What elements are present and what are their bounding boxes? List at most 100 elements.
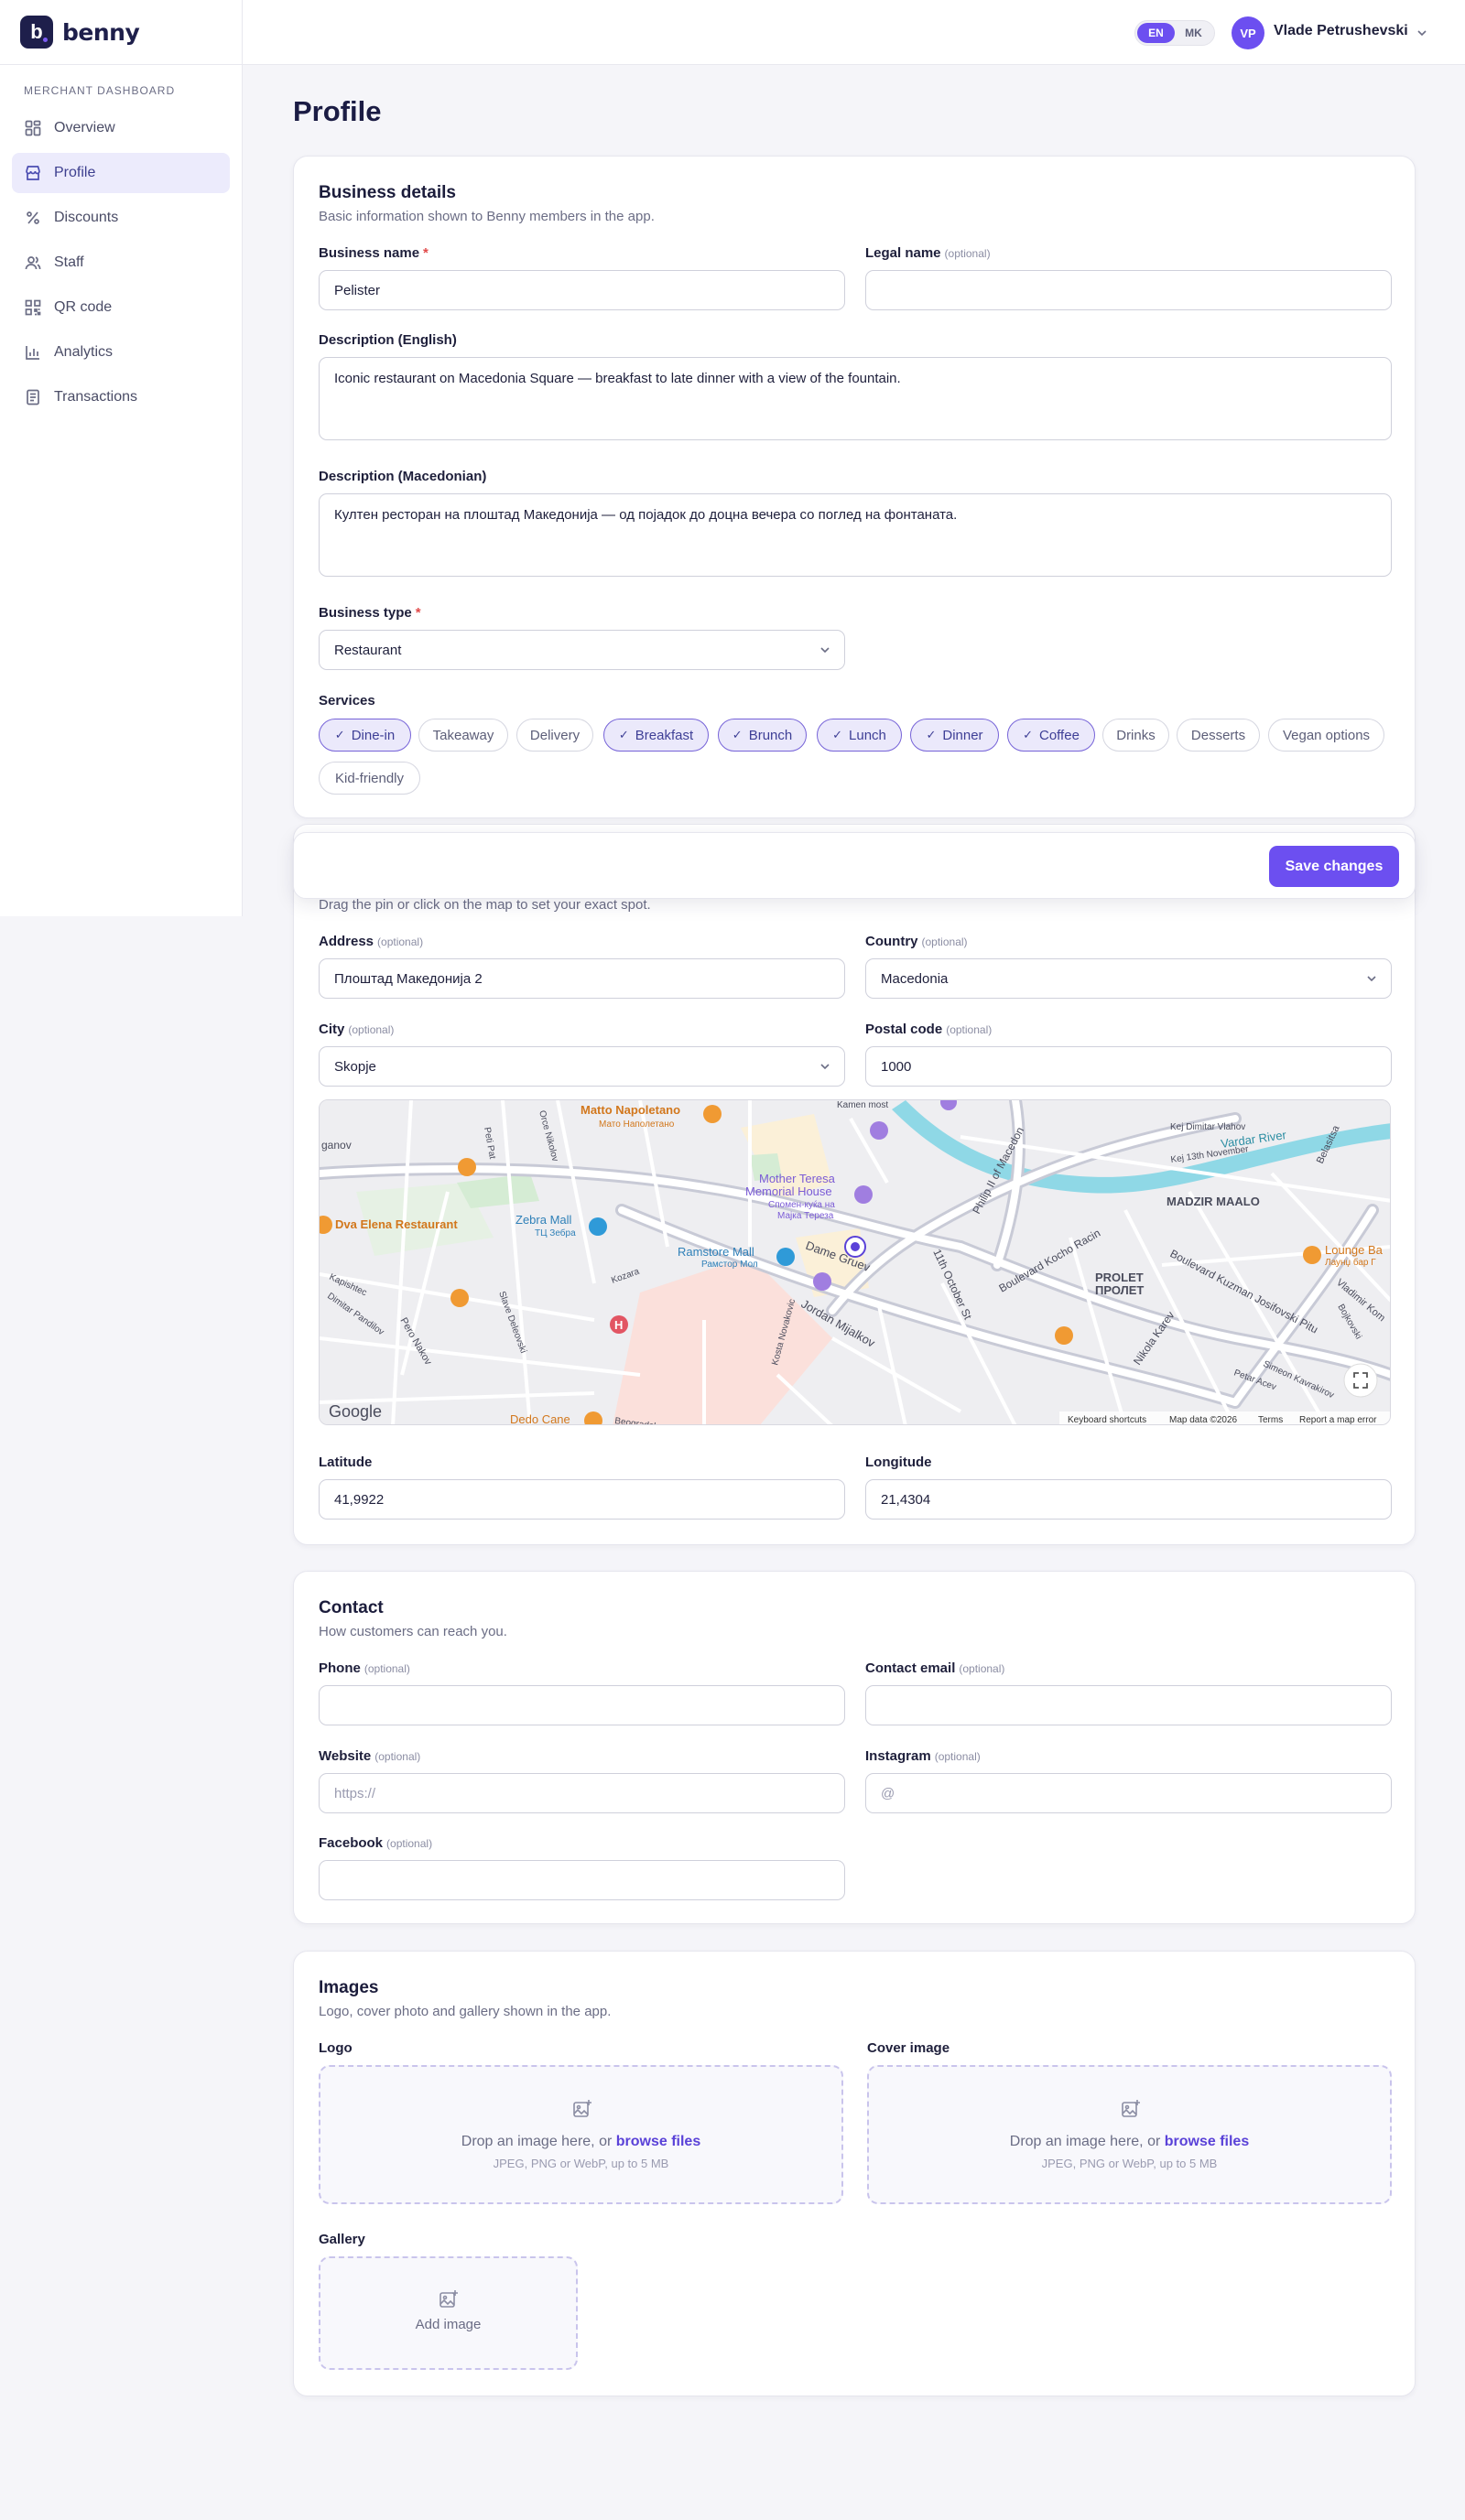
- sidebar-item-discounts[interactable]: Discounts: [12, 198, 230, 238]
- service-chip-delivery[interactable]: Delivery: [516, 719, 593, 752]
- section-subtitle: Logo, cover photo and gallery shown in t…: [319, 2004, 612, 2019]
- sidebar-item-staff[interactable]: Staff: [12, 243, 230, 283]
- location-hint: Drag the pin or click on the map to set …: [319, 897, 651, 913]
- map-label: Dedo Cane: [510, 1412, 570, 1425]
- gallery-add-image[interactable]: Add image: [319, 2256, 578, 2370]
- business-name-input[interactable]: Pelister: [319, 270, 845, 310]
- business-type-select[interactable]: Restaurant: [319, 630, 845, 670]
- postal-code-input[interactable]: 1000: [865, 1046, 1392, 1087]
- avatar[interactable]: VP: [1232, 16, 1264, 49]
- check-icon: ✓: [618, 728, 629, 741]
- sidebar-item-label: Transactions: [54, 389, 137, 405]
- sidebar-item-qr-code[interactable]: QR code: [12, 287, 230, 328]
- phone-input[interactable]: [319, 1685, 845, 1725]
- description-mk-label: Description (Macedonian): [319, 469, 487, 484]
- image-add-icon: [573, 2100, 591, 2117]
- google-logo: Google: [329, 1402, 382, 1421]
- chevron-down-icon[interactable]: [1416, 27, 1428, 38]
- address-input[interactable]: Плоштад Македонија 2: [319, 958, 845, 999]
- service-chip-breakfast[interactable]: ✓ Breakfast: [603, 719, 709, 752]
- logo-dropzone[interactable]: Drop an image here, or browse files JPEG…: [319, 2065, 843, 2204]
- latitude-label: Latitude: [319, 1455, 373, 1470]
- check-icon: ✓: [334, 728, 345, 741]
- legal-name-input[interactable]: [865, 270, 1392, 310]
- lang-en-option[interactable]: EN: [1137, 23, 1175, 43]
- sidebar-section-title: MERCHANT DASHBOARD: [24, 84, 176, 97]
- website-input[interactable]: https://: [319, 1773, 845, 1813]
- cover-image-dropzone[interactable]: Drop an image here, or browse files JPEG…: [867, 2065, 1392, 2204]
- service-chip-takeaway[interactable]: Takeaway: [418, 719, 508, 752]
- qr-code-icon: [25, 299, 41, 316]
- logo-label: Logo: [319, 2040, 353, 2056]
- facebook-input[interactable]: [319, 1860, 845, 1900]
- image-add-icon: [440, 2290, 458, 2308]
- contact-email-input[interactable]: [865, 1685, 1392, 1725]
- chevron-down-icon: [820, 647, 830, 654]
- sidebar-item-label: Analytics: [54, 344, 114, 360]
- browse-files-link[interactable]: browse files: [1165, 2134, 1249, 2149]
- sidebar-item-label: Discounts: [54, 210, 119, 225]
- description-mk-textarea[interactable]: Култен ресторан на плоштад Македонија — …: [319, 493, 1392, 577]
- chevron-down-icon: [1367, 976, 1376, 982]
- images-card: Images Logo, cover photo and gallery sho…: [293, 1951, 1416, 2396]
- service-chip-drinks[interactable]: Drinks: [1102, 719, 1169, 752]
- lang-mk-option[interactable]: MK: [1175, 23, 1212, 43]
- service-chip-lunch[interactable]: ✓ Lunch: [817, 719, 902, 752]
- sidebar-item-profile[interactable]: Profile: [12, 153, 230, 193]
- section-subtitle: Basic information shown to Benny members…: [319, 209, 655, 224]
- city-select[interactable]: Skopje: [319, 1046, 845, 1087]
- store-icon: [26, 166, 40, 180]
- map-footer-text: Map data ©2026: [1169, 1415, 1238, 1425]
- map-label: MADZIR MAALO: [1167, 1195, 1260, 1208]
- service-chip-desserts[interactable]: Desserts: [1177, 719, 1260, 752]
- business-type-label: Business type *: [319, 605, 421, 621]
- legal-name-label: Legal name (optional): [865, 245, 991, 261]
- service-chip-dinner[interactable]: ✓ Dinner: [910, 719, 999, 752]
- map-label: Ramstore Mall: [678, 1245, 754, 1259]
- description-en-textarea[interactable]: Iconic restaurant on Macedonia Square — …: [319, 357, 1392, 440]
- section-subtitle: How customers can reach you.: [319, 1624, 507, 1639]
- service-chip-kid-friendly[interactable]: Kid-friendly: [319, 762, 420, 795]
- map-label: ganov: [321, 1139, 352, 1152]
- map-canvas[interactable]: Matto Napoletano Мато Наполетано Mother …: [320, 1100, 1391, 1425]
- country-select[interactable]: Macedonia: [865, 958, 1392, 999]
- map-label: Lounge Ba: [1325, 1243, 1384, 1257]
- instagram-input[interactable]: @: [865, 1773, 1392, 1813]
- service-chip-coffee[interactable]: ✓ Coffee: [1007, 719, 1095, 752]
- fullscreen-icon[interactable]: [1343, 1363, 1378, 1398]
- sidebar-item-label: QR code: [54, 299, 113, 315]
- country-label: Country (optional): [865, 934, 968, 949]
- facebook-label: Facebook (optional): [319, 1835, 433, 1851]
- map-label: Спомен-куќа на: [768, 1200, 835, 1210]
- instagram-label: Instagram (optional): [865, 1748, 981, 1764]
- sidebar-item-overview[interactable]: Overview: [12, 108, 230, 148]
- check-icon: ✓: [832, 728, 843, 741]
- brand-logo: b: [20, 16, 53, 49]
- map-label: PROLET: [1095, 1271, 1144, 1284]
- user-name[interactable]: Vlade Petrushevski: [1274, 23, 1408, 39]
- browse-files-link[interactable]: browse files: [616, 2134, 700, 2149]
- brand[interactable]: b benny: [0, 0, 242, 65]
- page-title: Profile: [293, 95, 382, 127]
- sidebar-item-analytics[interactable]: Analytics: [12, 332, 230, 373]
- topbar: EN MK VP Vlade Petrushevski: [243, 0, 1465, 65]
- service-chip-brunch[interactable]: ✓ Brunch: [718, 719, 807, 752]
- sidebar-item-transactions[interactable]: Transactions: [12, 377, 230, 417]
- map-label: Kej Dimitar Vlahov: [1170, 1122, 1245, 1132]
- service-chip-dine-in[interactable]: ✓ Dine-in: [319, 719, 411, 752]
- users-icon: [25, 256, 41, 270]
- longitude-input[interactable]: 21,4304: [865, 1479, 1392, 1520]
- map-label: Рамстор Мол: [701, 1260, 758, 1270]
- latitude-input[interactable]: 41,9922: [319, 1479, 845, 1520]
- map-label: Mother Teresa: [759, 1172, 836, 1185]
- description-en-label: Description (English): [319, 332, 457, 348]
- location-map[interactable]: Matto Napoletano Мато Наполетано Mother …: [319, 1099, 1391, 1425]
- map-marker-icon[interactable]: [844, 1236, 866, 1258]
- required-marker: *: [415, 605, 421, 621]
- contact-card: Contact How customers can reach you. Pho…: [293, 1571, 1416, 1924]
- language-toggle[interactable]: EN MK: [1134, 20, 1215, 46]
- save-button[interactable]: Save changes: [1269, 846, 1399, 887]
- cover-image-label: Cover image: [867, 2040, 950, 2056]
- add-image-label: Add image: [415, 2317, 482, 2332]
- service-chip-vegan-options[interactable]: Vegan options: [1268, 719, 1384, 752]
